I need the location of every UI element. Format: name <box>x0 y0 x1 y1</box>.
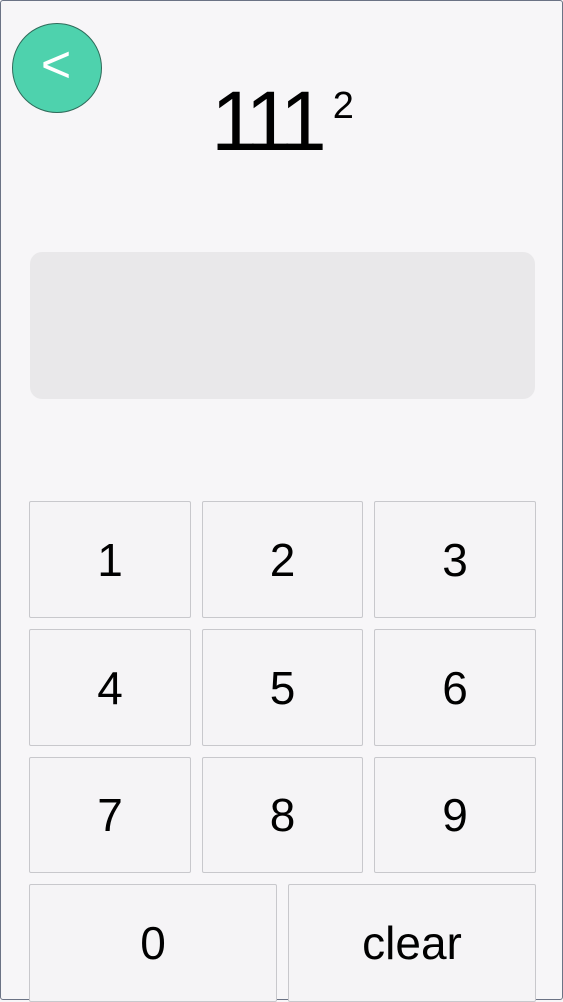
clear-button[interactable]: clear <box>288 884 536 1002</box>
problem-exponent: 2 <box>332 85 354 127</box>
key-6[interactable]: 6 <box>374 629 536 746</box>
problem-base: 111 <box>211 74 327 168</box>
key-8[interactable]: 8 <box>202 757 363 873</box>
key-0[interactable]: 0 <box>29 884 277 1002</box>
problem-display: 111 2 <box>1 79 563 163</box>
key-5[interactable]: 5 <box>202 629 363 746</box>
key-1[interactable]: 1 <box>29 501 191 618</box>
key-4[interactable]: 4 <box>29 629 191 746</box>
app-screen: < 111 2 1 2 3 4 5 6 7 8 9 0 clear <box>0 0 563 1002</box>
key-3[interactable]: 3 <box>374 501 536 618</box>
key-9[interactable]: 9 <box>374 757 536 873</box>
key-7[interactable]: 7 <box>29 757 191 873</box>
answer-field <box>30 252 535 399</box>
key-2[interactable]: 2 <box>202 501 363 618</box>
